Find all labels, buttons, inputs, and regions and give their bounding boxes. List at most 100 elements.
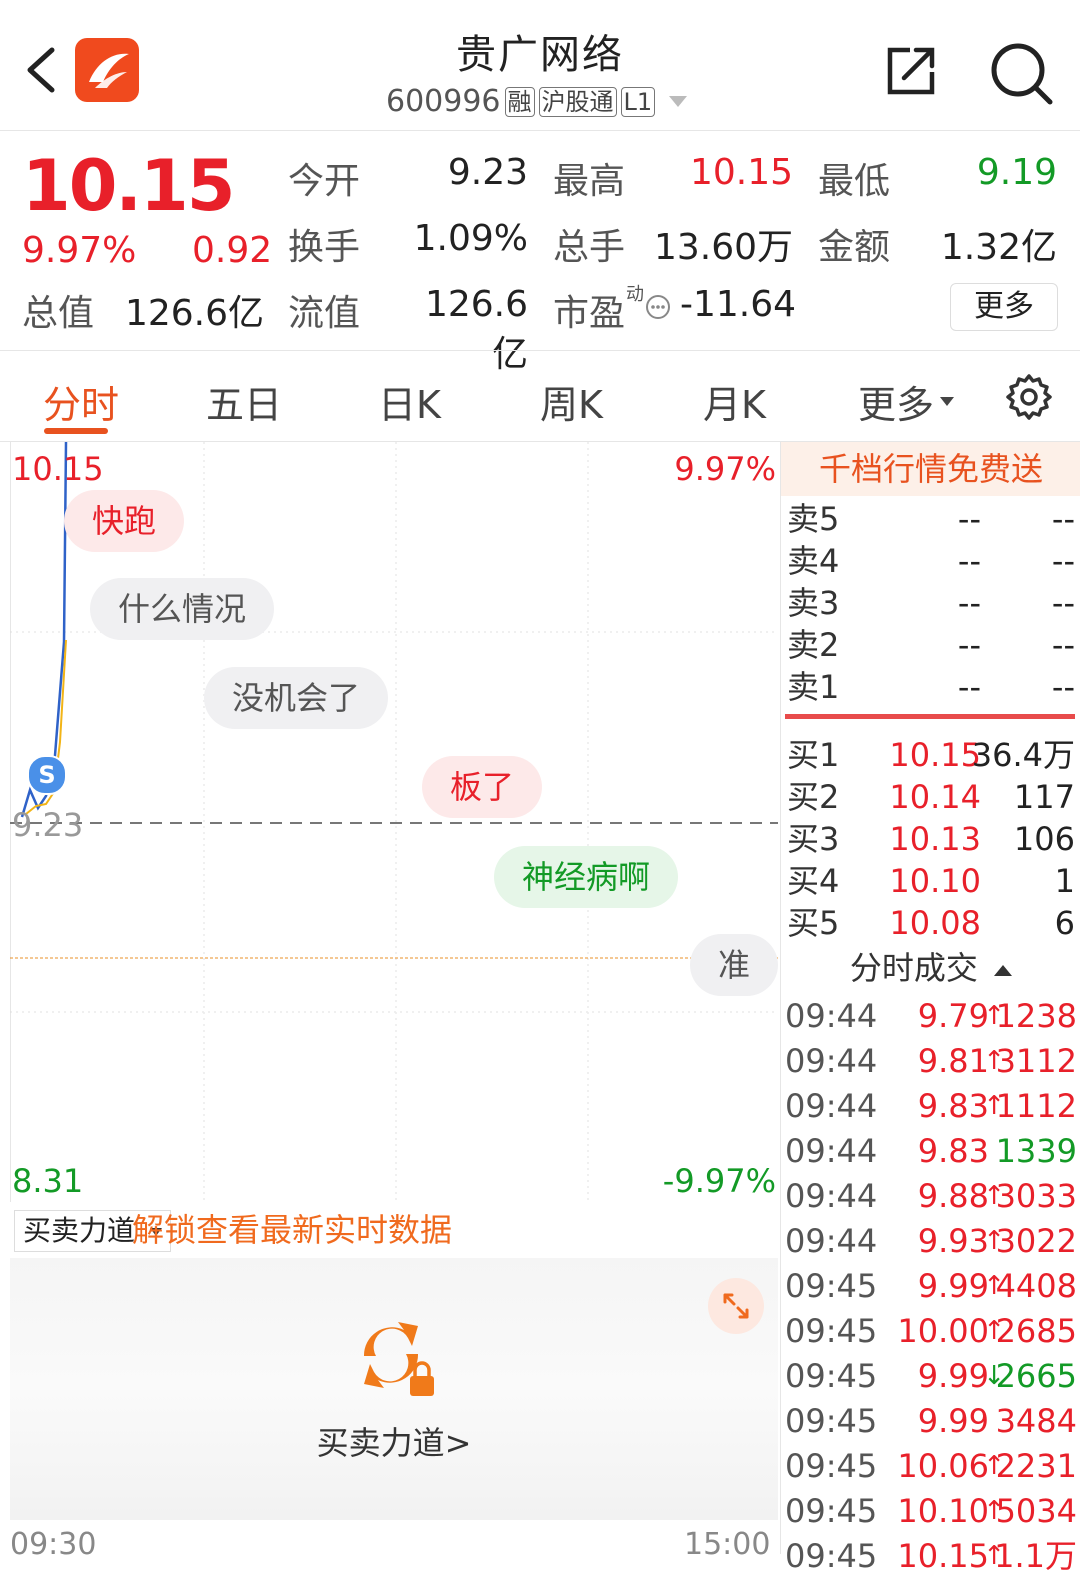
stat-value-low: 9.19 (976, 152, 1057, 193)
trade-price: 9.79 (917, 997, 989, 1035)
stat-label-pe: 市盈 (553, 293, 626, 334)
info-icon[interactable] (644, 293, 672, 321)
stat-value-amount: 1.32亿 (940, 227, 1057, 268)
trades-header[interactable]: 分时成交 (781, 946, 1080, 990)
orderbook-sell-row: 卖4 -- -- (787, 540, 1075, 582)
expand-icon[interactable] (708, 1278, 764, 1334)
divider (0, 350, 1080, 351)
trade-row: 09:44 9.83 ↑ 1112 (785, 1084, 1077, 1129)
trade-price: 9.93 (917, 1222, 989, 1260)
trade-volume: 3484 (995, 1402, 1077, 1440)
level-label: 卖1 (787, 668, 840, 706)
orderbook-buy-row: 买5 10.08 6 (787, 902, 1075, 944)
trade-price: 10.00 (897, 1312, 989, 1350)
trade-time: 09:45 (785, 1312, 878, 1350)
trade-price: 9.88 (917, 1177, 989, 1215)
level-label: 买5 (787, 904, 840, 942)
trade-volume: 1238 (995, 997, 1077, 1035)
header: 贵广网络 600996 融 沪股通 L1 (0, 0, 1080, 131)
promo-banner[interactable]: 千档行情免费送 (781, 442, 1080, 496)
sell-signal-marker[interactable]: S (27, 755, 67, 795)
trade-time: 09:44 (785, 1177, 878, 1215)
buy-sell-lock-icon (363, 1322, 434, 1396)
orderbook-panel: 千档行情免费送 卖5 -- -- 卖4 -- -- 卖3 -- -- 卖2 --… (780, 442, 1080, 1575)
locked-indicator-panel[interactable]: 买卖力道> (10, 1258, 778, 1520)
stat-label-market-cap: 总值 (22, 293, 95, 334)
stat-label-amount: 金额 (818, 227, 891, 268)
caret-up-icon (994, 964, 1013, 976)
level-price: 10.10 (889, 862, 981, 900)
tab-five-day[interactable]: 五日 (206, 374, 282, 429)
orderbook-sell-row: 卖5 -- -- (787, 498, 1075, 540)
chart-end-time: 15:00 (684, 1527, 771, 1562)
more-stats-button[interactable]: 更多 (950, 283, 1058, 331)
danmaku-bubble: 准备 (690, 934, 778, 996)
trade-time: 09:45 (785, 1357, 878, 1395)
trade-volume: 2231 (995, 1447, 1077, 1485)
tab-weekly-k[interactable]: 周K (540, 374, 603, 429)
level-volume: 6 (1054, 904, 1075, 942)
stat-label-low: 最低 (818, 161, 891, 202)
level-volume: -- (1051, 500, 1075, 538)
trade-time: 09:44 (785, 997, 878, 1035)
danmaku-bubble: 什么情况 (90, 578, 275, 640)
trade-volume: 4408 (995, 1267, 1077, 1305)
tag-level: L1 (620, 86, 656, 117)
orderbook-sell-row: 卖3 -- -- (787, 582, 1075, 624)
chart-start-time: 09:30 (10, 1527, 97, 1562)
trade-row: 09:45 10.15 ↑ 1.1万 (785, 1534, 1077, 1579)
intraday-chart[interactable]: 10.15 9.97% 9.23 8.31 -9.97% S 快跑 什么情况 没… (10, 442, 778, 1202)
change-amount: 0.92 (192, 230, 273, 271)
danmaku-bubble: 快跑 (64, 490, 185, 552)
tab-monthly-k[interactable]: 月K (703, 374, 766, 429)
gear-icon[interactable] (1004, 372, 1054, 422)
buy-sell-strength-link[interactable]: 买卖力道> (10, 1418, 778, 1464)
search-icon[interactable] (988, 40, 1054, 106)
tab-more-label: 更多 (858, 383, 935, 427)
tag-stock-connect: 沪股通 (538, 86, 617, 117)
level-label: 卖2 (787, 626, 840, 664)
stock-code: 600996 (386, 84, 501, 119)
level-price: 10.13 (889, 820, 981, 858)
chevron-down-icon[interactable] (669, 96, 688, 107)
trade-volume: 3022 (995, 1222, 1077, 1260)
level-label: 卖5 (787, 500, 840, 538)
share-icon[interactable] (884, 44, 938, 98)
trades-title: 分时成交 (849, 949, 978, 987)
trade-volume: 3112 (995, 1042, 1077, 1080)
trade-time: 09:45 (785, 1267, 878, 1305)
buy-sell-strength-bar: 买卖力道 解锁查看最新实时数据 (10, 1204, 778, 1258)
trade-price: 9.83 (917, 1132, 989, 1170)
change-percent: 9.97% (22, 230, 137, 271)
trade-time: 09:44 (785, 1087, 878, 1125)
trade-volume: 1339 (995, 1132, 1077, 1170)
stat-value-volume: 13.60万 (653, 227, 793, 268)
tab-daily-k[interactable]: 日K (378, 374, 441, 429)
trade-row: 09:45 10.10 ↑ 5034 (785, 1489, 1077, 1534)
stat-label-volume: 总手 (553, 227, 626, 268)
level-price: -- (957, 500, 981, 538)
level-label: 买4 (787, 862, 840, 900)
orderbook-sell-row: 卖1 -- -- (787, 666, 1075, 708)
stat-value-high: 10.15 (689, 152, 793, 193)
unlock-realtime-link[interactable]: 解锁查看最新实时数据 (132, 1210, 452, 1250)
trade-row: 09:44 9.93 ↑ 3022 (785, 1219, 1077, 1264)
trade-row: 09:45 9.99 ↑ 4408 (785, 1264, 1077, 1309)
trade-row: 09:44 9.81 ↑ 3112 (785, 1039, 1077, 1084)
indicator-select-label: 买卖力道 (23, 1214, 136, 1247)
level-price: -- (957, 668, 981, 706)
intraday-chart-canvas (10, 442, 778, 1202)
stat-value-float-cap: 126.6亿 (424, 284, 528, 375)
trade-row: 09:45 9.99 3484 (785, 1399, 1077, 1444)
trade-time: 09:45 (785, 1447, 878, 1485)
tab-intraday[interactable]: 分时 (43, 374, 119, 429)
level-label: 买3 (787, 820, 840, 858)
level-price: -- (957, 584, 981, 622)
stat-value-pe: -11.64 (680, 284, 797, 325)
tab-more[interactable]: 更多 (858, 374, 955, 429)
trade-price: 9.99 (917, 1357, 989, 1395)
danmaku-bubble: 神经病啊 (494, 846, 679, 908)
trade-row: 09:44 9.88 ↑ 3033 (785, 1174, 1077, 1219)
level-volume: -- (1051, 584, 1075, 622)
level-volume: -- (1051, 668, 1075, 706)
